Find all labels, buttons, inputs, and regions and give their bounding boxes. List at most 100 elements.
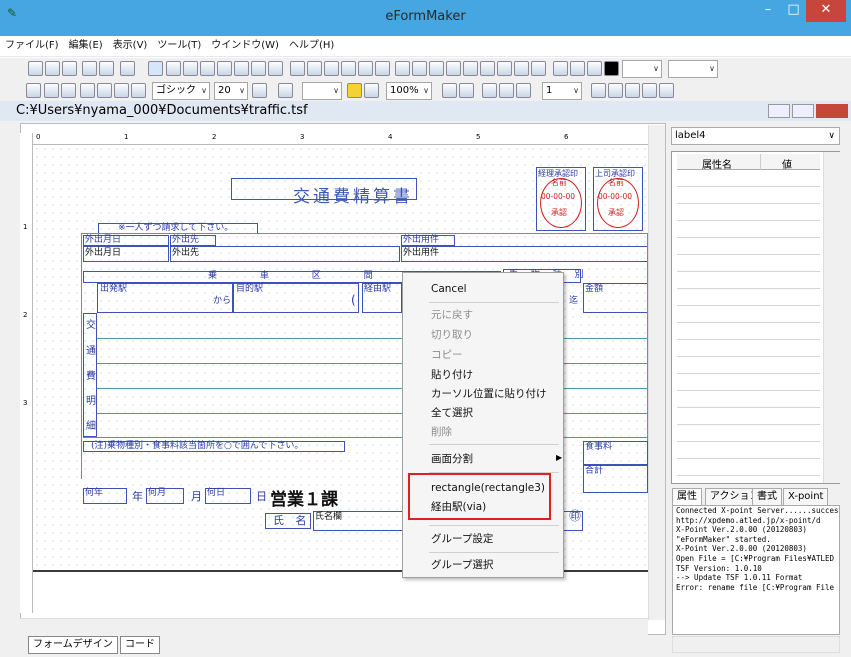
tab-form-design[interactable]: フォームデザイン <box>28 636 118 654</box>
doc-restore-button[interactable] <box>792 104 814 118</box>
page-prev-icon[interactable] <box>499 83 514 98</box>
menu-tools[interactable]: ツール(T) <box>152 36 206 56</box>
menu-item-cancel[interactable]: Cancel <box>403 280 563 299</box>
field-tool-icon[interactable] <box>290 61 305 76</box>
pointer-tool-icon[interactable] <box>148 61 163 76</box>
property-grid[interactable]: 属性名 値 <box>671 151 840 484</box>
menu-view[interactable]: 表示(V) <box>108 36 153 56</box>
checkbox-tool-icon[interactable] <box>307 61 322 76</box>
same-width-icon[interactable] <box>531 61 546 76</box>
align-center-icon[interactable] <box>480 61 495 76</box>
bgcolor-icon[interactable] <box>587 61 602 76</box>
frame-icon[interactable] <box>44 83 59 98</box>
frame2-icon[interactable] <box>131 83 146 98</box>
layer1-icon[interactable] <box>591 83 606 98</box>
layer5-icon[interactable] <box>659 83 674 98</box>
align-left-icon[interactable] <box>446 61 461 76</box>
print-icon[interactable] <box>459 83 474 98</box>
color-black-icon[interactable] <box>604 61 619 76</box>
layer3-icon[interactable] <box>625 83 640 98</box>
form-icon[interactable] <box>82 61 97 76</box>
layer2-icon[interactable] <box>608 83 623 98</box>
font-size-select[interactable]: 20 ∨ <box>214 82 248 100</box>
text-tool-icon[interactable] <box>166 61 181 76</box>
stamp-icon[interactable] <box>114 83 129 98</box>
doc-minimize-button[interactable] <box>768 104 790 118</box>
image-tool-icon[interactable] <box>268 61 283 76</box>
minimize-button[interactable]: – <box>755 0 781 22</box>
border-select[interactable]: ∨ <box>302 82 342 100</box>
menu-item-paste-at-cursor[interactable]: カーソル位置に貼り付け <box>403 385 563 404</box>
log-hscroll[interactable] <box>672 636 840 653</box>
diagonal-tool-icon[interactable] <box>217 61 232 76</box>
print-preview-icon[interactable] <box>442 83 457 98</box>
preview-icon[interactable] <box>120 61 135 76</box>
doc-close-button[interactable] <box>816 104 848 118</box>
dest-field[interactable] <box>170 246 400 262</box>
radio-tool-icon[interactable] <box>324 61 339 76</box>
fill-color-icon[interactable] <box>347 83 362 98</box>
image-icon[interactable] <box>80 83 95 98</box>
button-tool-icon[interactable] <box>358 61 373 76</box>
open-file-icon[interactable] <box>45 61 60 76</box>
menu-file[interactable]: ファイル(F) <box>0 36 64 56</box>
no-fill-icon[interactable] <box>364 83 379 98</box>
combo-tool-icon[interactable] <box>341 61 356 76</box>
same-size-icon[interactable] <box>514 61 529 76</box>
stamp-accounting-status: 承認 <box>551 208 567 217</box>
font-select[interactable]: ゴシック ∨ <box>152 82 210 100</box>
line-style-select[interactable]: ∨ <box>668 60 718 78</box>
menu-item-paste[interactable]: 貼り付け <box>403 366 563 385</box>
line-width-select[interactable]: ∨ <box>622 60 662 78</box>
maximize-button[interactable]: □ <box>781 0 806 22</box>
menu-item-split-view[interactable]: 画面分割 <box>403 450 563 469</box>
box-tool-icon[interactable] <box>234 61 249 76</box>
tab-xpoint[interactable]: X-point <box>783 488 829 506</box>
page-add-icon[interactable] <box>516 83 531 98</box>
menu-item-group-settings[interactable]: グループ設定 <box>403 530 563 549</box>
align-right-icon[interactable] <box>497 61 512 76</box>
align-top-icon[interactable] <box>463 61 478 76</box>
clear-icon[interactable] <box>97 83 112 98</box>
save-icon[interactable] <box>62 61 77 76</box>
menu-item-undo[interactable]: 元に戻す <box>403 306 563 325</box>
new-file-icon[interactable] <box>28 61 43 76</box>
layer4-icon[interactable] <box>642 83 657 98</box>
pen-icon[interactable] <box>553 61 568 76</box>
menu-edit[interactable]: 編集(E) <box>64 36 108 56</box>
valign-icon[interactable] <box>278 83 293 98</box>
canvas-hscroll[interactable] <box>20 618 648 635</box>
page-first-icon[interactable] <box>482 83 497 98</box>
polyline-tool-icon[interactable] <box>200 61 215 76</box>
table-tool-icon[interactable] <box>251 61 266 76</box>
menu-item-cut[interactable]: 切り取り <box>403 326 563 345</box>
year-label: 何年 <box>85 488 104 498</box>
group-icon[interactable] <box>429 61 444 76</box>
menu-item-group-select[interactable]: グループ選択 <box>403 556 563 575</box>
page-select[interactable]: 1 ∨ <box>542 82 582 100</box>
zoom-select[interactable]: 100% ∨ <box>386 82 432 100</box>
calc-tool-icon[interactable] <box>375 61 390 76</box>
tab-properties[interactable]: 属性 <box>672 488 702 506</box>
halign-icon[interactable] <box>252 83 267 98</box>
menu-item-copy[interactable]: コピー <box>403 346 563 365</box>
log-console[interactable]: Connected X-point Server......succes htt… <box>672 505 840 635</box>
tab-format[interactable]: 書式 <box>752 488 782 506</box>
menu-item-select-all[interactable]: 全て選択 <box>403 404 563 423</box>
menu-window[interactable]: ウインドウ(W) <box>206 36 284 56</box>
canvas-vscroll[interactable] <box>648 125 665 620</box>
tab-code[interactable]: コード <box>120 636 160 654</box>
undo-icon[interactable] <box>395 61 410 76</box>
menu-item-delete[interactable]: 削除 <box>403 423 563 442</box>
menu-help[interactable]: ヘルプ(H) <box>284 36 339 56</box>
line-tool-icon[interactable] <box>183 61 198 76</box>
property-scrollbar[interactable] <box>823 152 840 483</box>
vertical-char-1: 交 <box>86 320 96 331</box>
redo-icon[interactable] <box>412 61 427 76</box>
object-select[interactable]: label4 ∨ <box>671 127 840 145</box>
grid-icon[interactable] <box>99 61 114 76</box>
close-button[interactable]: ✕ <box>806 0 846 22</box>
bold-icon[interactable] <box>26 83 41 98</box>
vertical-text-icon[interactable] <box>61 83 76 98</box>
fill-icon[interactable] <box>570 61 585 76</box>
